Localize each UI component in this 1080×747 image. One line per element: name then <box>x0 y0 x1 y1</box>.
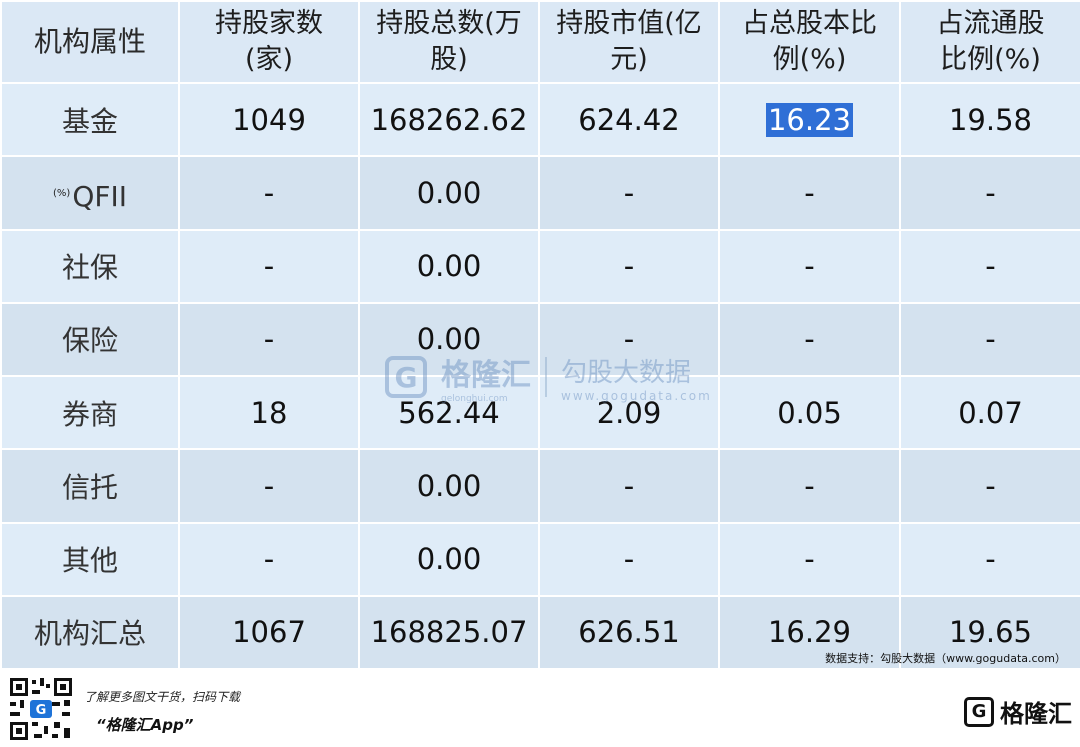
table-row: 其他 - 0.00 - - - <box>0 521 1080 597</box>
holdings-table-container: eastmoney.com 东方财富网 eastmoney.com 东方财富网 … <box>0 0 1080 668</box>
gelonghui-logo-icon: G <box>385 356 427 398</box>
cell-pct-float: - <box>899 448 1080 524</box>
data-source-note: 数据支持：勾股大数据（www.gogudata.com） <box>825 652 1066 665</box>
cell-holders: - <box>178 301 360 378</box>
cell-holders: - <box>178 228 360 304</box>
watermark-gelonghui-en: gelonghui.com <box>441 394 508 404</box>
cell-shares: 168825.07 <box>358 594 540 668</box>
cell-pct-total: - <box>718 228 901 304</box>
cell-shares: 0.00 <box>358 521 540 597</box>
cell-market-value: - <box>538 228 720 304</box>
cell-pct-total: - <box>718 301 901 378</box>
cell-market-value: - <box>538 448 720 524</box>
cell-market-value: 624.42 <box>538 81 720 158</box>
column-header-pct-float: 占流通股 比例(%) <box>899 0 1080 84</box>
table-row: (%) QFII - 0.00 - - - <box>0 155 1080 231</box>
institutional-holdings-table: 机构属性 持股家数 (家) 持股总数(万 股) 持股市值(亿 元) 占总股本比 例(%)… <box>0 0 1080 668</box>
cell-shares: 168262.62 <box>358 81 540 158</box>
cell-shares: 0.00 <box>358 448 540 524</box>
footer-brand-name: 格隆汇 <box>1000 700 1072 728</box>
row-category: 其他 <box>0 521 180 597</box>
cell-shares: 0.00 <box>358 155 540 231</box>
gelonghui-logo-icon: G <box>964 696 994 727</box>
row-category: 社保 <box>0 228 180 304</box>
cell-holders: 1067 <box>178 594 360 668</box>
watermark-gelonghui-brand: 格隆汇 <box>441 358 531 393</box>
promo-app-name: “格隆汇App” <box>96 716 194 734</box>
column-header-shares: 持股总数(万 股) <box>358 0 540 84</box>
table-row: 信托 - 0.00 - - - <box>0 448 1080 524</box>
category-label: QFII <box>72 179 127 213</box>
watermark-divider <box>545 357 547 397</box>
column-header-holders: 持股家数 (家) <box>178 0 360 84</box>
cell-holders: 18 <box>178 374 360 451</box>
cell-holders: - <box>178 521 360 597</box>
table-header-row: 机构属性 持股家数 (家) 持股总数(万 股) 持股市值(亿 元) 占总股本比 例(%)… <box>0 0 1080 84</box>
footer-banner: G 了解更多图文干货，扫码下载 “格隆汇App” G 格隆汇 <box>0 668 1080 747</box>
cell-pct-float: 0.07 <box>899 374 1080 451</box>
watermark-gogu-cn: 勾股大数据 <box>561 357 692 388</box>
column-header-pct-total: 占总股本比 例(%) <box>718 0 901 84</box>
promo-caption: 了解更多图文干货，扫码下载 <box>84 690 241 704</box>
table-row: 社保 - 0.00 - - - <box>0 228 1080 304</box>
cell-market-value: - <box>538 521 720 597</box>
category-prefix: (%) <box>53 187 71 199</box>
cell-pct-float: - <box>899 521 1080 597</box>
cell-pct-float: - <box>899 155 1080 231</box>
selected-text-highlight[interactable]: 16.23 <box>765 102 854 137</box>
row-category: 信托 <box>0 448 180 524</box>
cell-pct-total: - <box>718 521 901 597</box>
cell-holders: 1049 <box>178 81 360 158</box>
cell-pct-float: - <box>899 228 1080 304</box>
cell-pct-total: - <box>718 448 901 524</box>
row-category: 基金 <box>0 81 180 158</box>
column-header-category: 机构属性 <box>0 0 180 84</box>
cell-pct-float: 19.58 <box>899 81 1080 158</box>
svg-text:G: G <box>36 703 47 718</box>
cell-market-value: 626.51 <box>538 594 720 668</box>
cell-holders: - <box>178 448 360 524</box>
row-category: 券商 <box>0 374 180 451</box>
cell-holders: - <box>178 155 360 231</box>
row-category: (%) QFII <box>0 155 180 231</box>
gelonghui-footer-logo: G 格隆汇 <box>964 694 1072 729</box>
qr-code-icon[interactable]: G <box>8 676 74 742</box>
table-row: 基金 1049 168262.62 624.42 16.23 19.58 <box>0 81 1080 158</box>
cell-pct-total: - <box>718 155 901 231</box>
cell-market-value: - <box>538 155 720 231</box>
watermark-gelonghui-gogu: G 格隆汇 gelonghui.com 勾股大数据 www.gogudata.c… <box>385 350 712 404</box>
watermark-gogu-en: www.gogudata.com <box>561 388 712 403</box>
row-category: 保险 <box>0 301 180 378</box>
cell-shares: 0.00 <box>358 228 540 304</box>
row-category: 机构汇总 <box>0 594 180 668</box>
cell-pct-float: - <box>899 301 1080 378</box>
column-header-market-value: 持股市值(亿 元) <box>538 0 720 84</box>
cell-pct-total: 0.05 <box>718 374 901 451</box>
cell-pct-total[interactable]: 16.23 <box>718 81 901 158</box>
